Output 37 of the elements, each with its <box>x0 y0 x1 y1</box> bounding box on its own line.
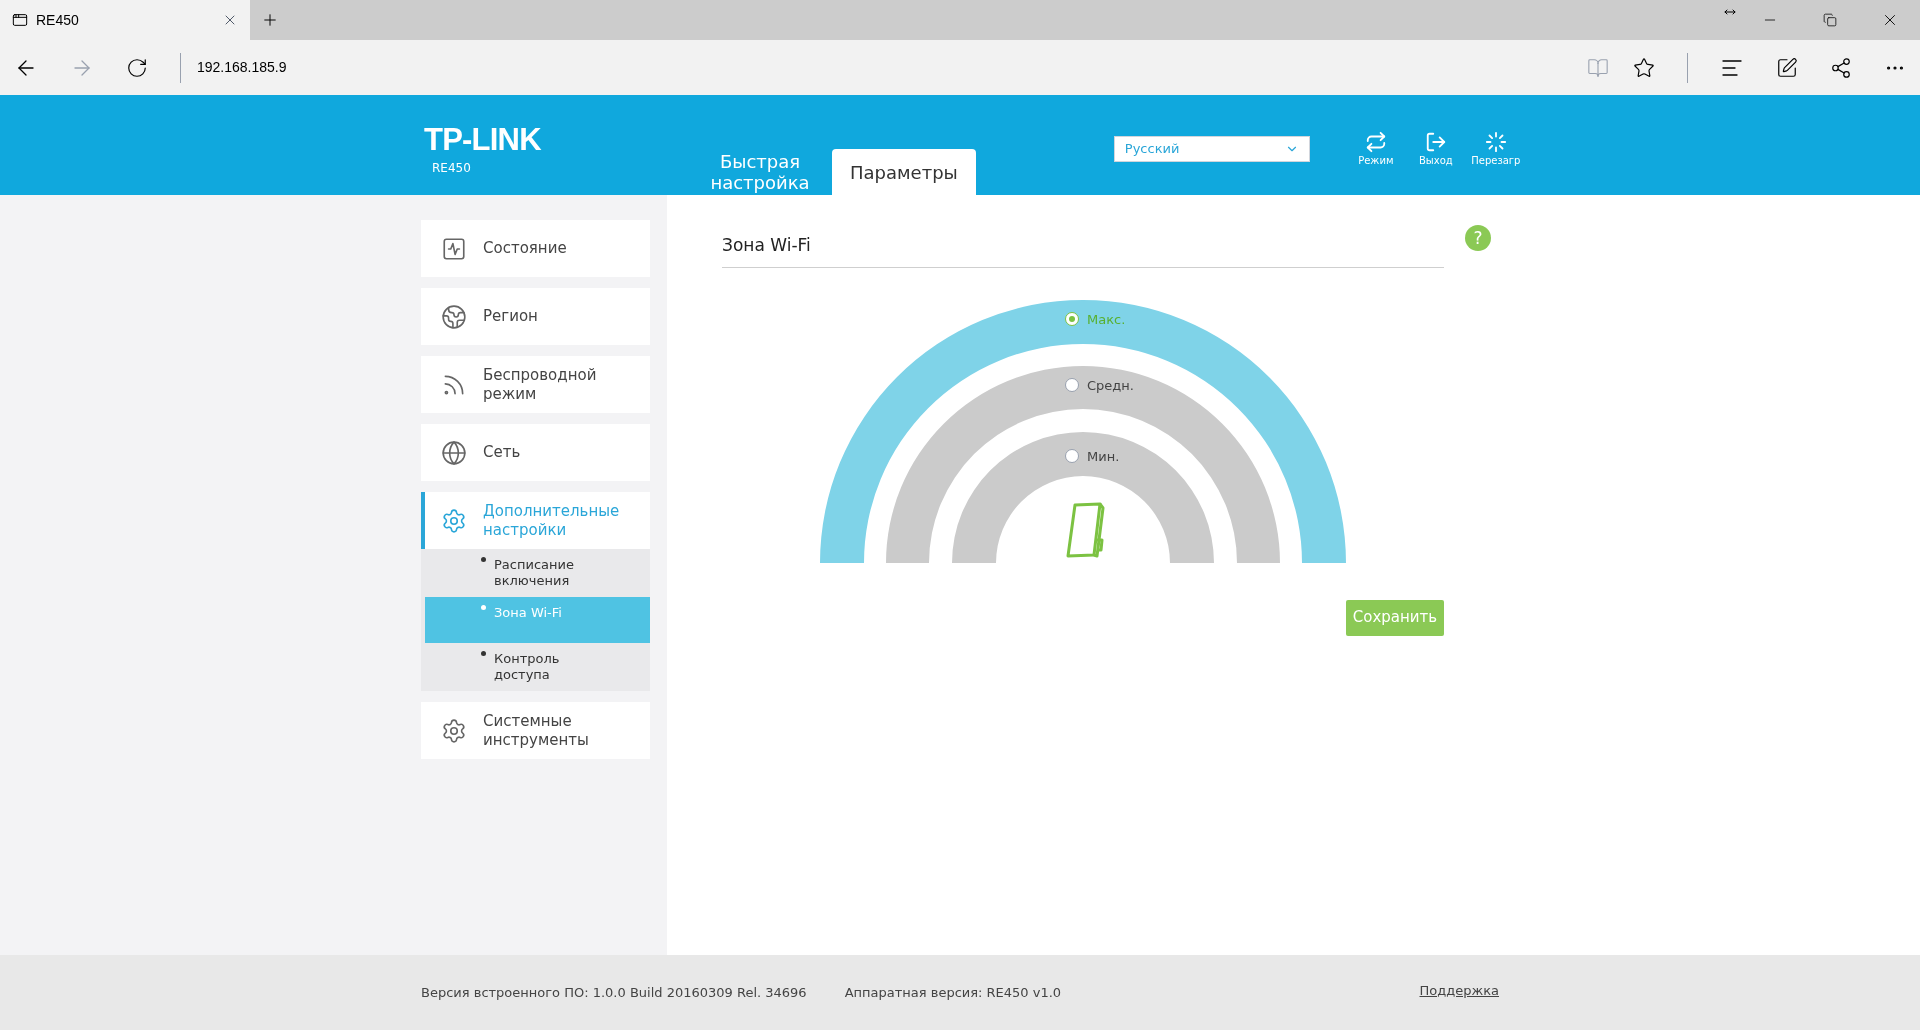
repeat-icon <box>1364 130 1387 153</box>
star-icon[interactable] <box>1633 56 1655 79</box>
bullet-icon <box>481 651 486 656</box>
sidebar-item[interactable]: Сеть <box>421 424 650 481</box>
tab-title: RE450 <box>36 10 80 30</box>
pulse-icon <box>441 235 467 262</box>
gear-icon <box>441 507 467 534</box>
support-link[interactable]: Поддержка <box>1419 980 1499 1001</box>
option-label: Мин. <box>1087 447 1120 466</box>
sidebar-item[interactable]: Состояние <box>421 220 650 277</box>
globe-icon <box>441 439 467 466</box>
logout-icon <box>1424 130 1447 153</box>
bullet-icon <box>481 605 486 610</box>
pen-icon[interactable] <box>1776 56 1798 79</box>
submenu-item[interactable]: Контроль доступа <box>425 643 650 691</box>
section-title: Зона Wi-Fi <box>722 225 1444 268</box>
reload-icon[interactable] <box>126 56 148 79</box>
sidebar-item[interactable]: Регион <box>421 288 650 345</box>
share-icon[interactable] <box>1830 56 1852 79</box>
model-label: RE450 <box>432 159 472 177</box>
sidebar-item[interactable]: Системные инструменты <box>421 702 650 759</box>
extender-drawing <box>1066 502 1105 557</box>
firmware-version: Версия встроенного ПО: 1.0.0 Build 20160309 Rel. 34696 <box>421 983 807 1002</box>
spinner-icon <box>1484 130 1507 153</box>
option-label: Макс. <box>1087 310 1126 329</box>
gear-icon <box>441 717 467 744</box>
nav-tab[interactable]: Параметры <box>832 149 976 195</box>
bullet-icon <box>481 557 486 562</box>
restore-icon[interactable] <box>1823 13 1837 27</box>
new-tab-icon[interactable] <box>261 11 279 29</box>
sidebar-item[interactable]: Беспроводной режим <box>421 356 650 413</box>
browser-tab[interactable]: RE450 <box>0 0 250 40</box>
page-icon <box>12 12 28 28</box>
option-label: Средн. <box>1087 376 1134 395</box>
logo-text: TP-LINK <box>424 123 542 155</box>
hardware-version: Аппаратная версия: RE450 v1.0 <box>844 983 1062 1002</box>
submenu-item[interactable]: Расписание включения <box>425 549 650 597</box>
